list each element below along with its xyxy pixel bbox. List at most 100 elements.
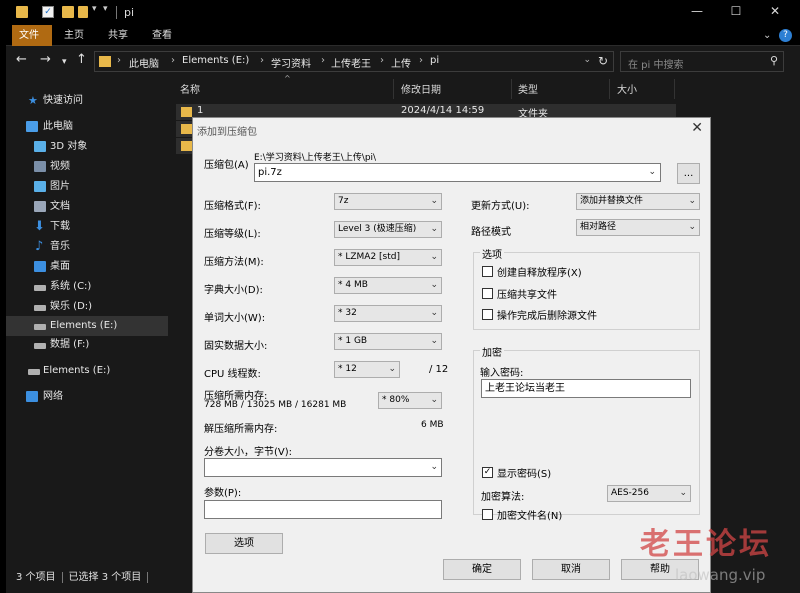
sidebar-item-network[interactable]: 网络 xyxy=(6,387,168,407)
sidebar-item-pictures[interactable]: 图片 xyxy=(6,177,168,197)
column-divider[interactable] xyxy=(393,79,394,99)
ribbon-tabs: 文件 主页 共享 查看 ⌄ ? xyxy=(6,25,800,46)
breadcrumb-separator: › xyxy=(260,55,264,66)
help-icon[interactable]: ? xyxy=(779,29,792,42)
breadcrumb-item[interactable]: 此电脑 xyxy=(129,55,159,70)
cpu-select[interactable]: * 12 ⌄ xyxy=(334,361,400,378)
column-divider[interactable] xyxy=(609,79,610,99)
folder-small-icon[interactable] xyxy=(78,6,88,18)
browse-button[interactable]: ... xyxy=(677,163,700,184)
sidebar-item-videos[interactable]: 视频 xyxy=(6,157,168,177)
network-icon xyxy=(26,391,38,402)
search-icon[interactable]: ⚲ xyxy=(770,54,778,67)
forward-arrow-icon[interactable]: → xyxy=(40,53,51,67)
chevron-down-icon: ⌄ xyxy=(430,196,438,206)
chevron-down-icon[interactable]: ⌄ xyxy=(648,164,656,181)
encrypt-names-checkbox[interactable] xyxy=(482,509,493,520)
sidebar-item-label: Elements (E:) xyxy=(43,365,111,376)
tab-file[interactable]: 文件 xyxy=(12,25,52,46)
params-input[interactable] xyxy=(204,500,442,519)
ok-button[interactable]: 确定 xyxy=(443,559,521,580)
address-dropdown-icon[interactable]: ⌄ xyxy=(583,55,591,65)
dict-label: 字典大小(D): xyxy=(204,285,263,296)
sidebar-item-label: 桌面 xyxy=(50,261,70,272)
breadcrumb-item[interactable]: 上传老王 xyxy=(331,55,371,70)
properties-icon[interactable]: ✓ xyxy=(42,6,54,18)
tab-view[interactable]: 查看 xyxy=(145,25,179,46)
up-arrow-icon[interactable]: ↑ xyxy=(76,53,87,67)
level-label: 压缩等级(L): xyxy=(204,229,261,240)
add-to-archive-dialog: 添加到压缩包 ✕ 压缩包(A) E:\学习资料\上传老王\上传\pi\ pi.7… xyxy=(192,117,711,593)
memory-percent-select[interactable]: * 80% ⌄ xyxy=(378,392,442,409)
minimize-button[interactable]: — xyxy=(690,4,704,18)
method-value: * LZMA2 [std] xyxy=(338,252,401,262)
column-header-name[interactable]: 名称 xyxy=(180,81,200,96)
video-icon xyxy=(34,161,46,172)
update-mode-select[interactable]: 添加并替换文件 ⌄ xyxy=(576,193,700,210)
sidebar-item-quick-access[interactable]: ★ 快速访问 xyxy=(6,91,168,111)
sidebar-item-desktop[interactable]: 桌面 xyxy=(6,257,168,277)
column-divider[interactable] xyxy=(674,79,675,99)
file-name: 1 xyxy=(197,105,204,116)
word-select[interactable]: * 32 ⌄ xyxy=(334,305,442,322)
sfx-checkbox[interactable] xyxy=(482,266,493,277)
column-divider[interactable] xyxy=(511,79,512,99)
back-arrow-icon[interactable]: ← xyxy=(16,53,27,67)
sidebar-item-drive-e-root[interactable]: Elements (E:) xyxy=(6,361,168,381)
breadcrumb-item[interactable]: 学习资料 xyxy=(271,55,311,70)
format-value: 7z xyxy=(338,196,349,206)
options-button[interactable]: 选项 xyxy=(205,533,283,554)
cancel-button[interactable]: 取消 xyxy=(532,559,610,580)
tab-share[interactable]: 共享 xyxy=(101,25,135,46)
dict-select[interactable]: * 4 MB ⌄ xyxy=(334,277,442,294)
level-select[interactable]: Level 3 (极速压缩) ⌄ xyxy=(334,221,442,238)
chevron-down-icon: ⌄ xyxy=(430,280,438,290)
sidebar-item-music[interactable]: ♪ 音乐 xyxy=(6,237,168,257)
new-folder-icon[interactable] xyxy=(62,6,74,18)
tab-home[interactable]: 主页 xyxy=(57,25,91,46)
recent-locations-icon[interactable]: ▾ xyxy=(62,55,67,69)
show-password-checkbox[interactable]: ✓ xyxy=(482,467,493,478)
format-label: 压缩格式(F): xyxy=(204,201,261,212)
sidebar-item-3d-objects[interactable]: 3D 对象 xyxy=(6,137,168,157)
column-header-date[interactable]: 修改日期 xyxy=(401,81,441,96)
breadcrumb-item[interactable]: Elements (E:) xyxy=(182,55,249,66)
archive-name-input[interactable]: pi.7z ⌄ xyxy=(254,163,661,182)
breadcrumb-separator: › xyxy=(117,55,121,66)
sidebar-item-drive-e[interactable]: Elements (E:) xyxy=(6,316,168,336)
refresh-icon[interactable]: ↻ xyxy=(598,54,608,68)
sidebar-item-drive-d[interactable]: 娱乐 (D:) xyxy=(6,297,168,317)
path-mode-select[interactable]: 相对路径 ⌄ xyxy=(576,219,700,236)
title-separator xyxy=(116,6,117,19)
sidebar-item-drive-f[interactable]: 数据 (F:) xyxy=(6,335,168,355)
maximize-button[interactable]: ☐ xyxy=(729,4,743,18)
close-button[interactable]: ✕ xyxy=(768,4,782,18)
password-value: 上老王论坛当老王 xyxy=(485,383,565,394)
chevron-down-icon: ⌄ xyxy=(430,252,438,262)
method-select[interactable]: * LZMA2 [std] ⌄ xyxy=(334,249,442,266)
sidebar-item-documents[interactable]: 文档 xyxy=(6,197,168,217)
shared-files-checkbox[interactable] xyxy=(482,288,493,299)
column-header-type[interactable]: 类型 xyxy=(518,81,538,96)
breadcrumb-item[interactable]: 上传 xyxy=(391,55,411,70)
column-header-size[interactable]: 大小 xyxy=(617,81,637,96)
dialog-close-icon[interactable]: ✕ xyxy=(691,120,703,136)
address-bar[interactable]: › 此电脑 › Elements (E:) › 学习资料 › 上传老王 › 上传… xyxy=(94,51,614,72)
chevron-down-icon: ⌄ xyxy=(430,336,438,346)
expand-ribbon-icon[interactable]: ⌄ xyxy=(763,30,771,41)
sidebar-item-downloads[interactable]: ⬇ 下载 xyxy=(6,217,168,237)
delete-after-checkbox[interactable] xyxy=(482,309,493,320)
format-select[interactable]: 7z ⌄ xyxy=(334,193,442,210)
split-size-select[interactable]: ⌄ xyxy=(204,458,442,477)
encryption-method-select[interactable]: AES-256 ⌄ xyxy=(607,485,691,502)
sidebar-item-this-pc[interactable]: 此电脑 xyxy=(6,117,168,137)
folder-icon xyxy=(181,124,192,134)
path-mode-value: 相对路径 xyxy=(580,222,617,232)
sidebar-item-drive-c[interactable]: 系统 (C:) xyxy=(6,277,168,297)
search-box[interactable]: 在 pi 中搜索 ⚲ xyxy=(620,51,784,72)
breadcrumb-item[interactable]: pi xyxy=(430,55,439,66)
customize-quick-access-icon[interactable]: ▾ xyxy=(103,4,115,16)
password-input[interactable]: 上老王论坛当老王 xyxy=(481,379,691,398)
params-label: 参数(P): xyxy=(204,488,242,499)
solid-select[interactable]: * 1 GB ⌄ xyxy=(334,333,442,350)
